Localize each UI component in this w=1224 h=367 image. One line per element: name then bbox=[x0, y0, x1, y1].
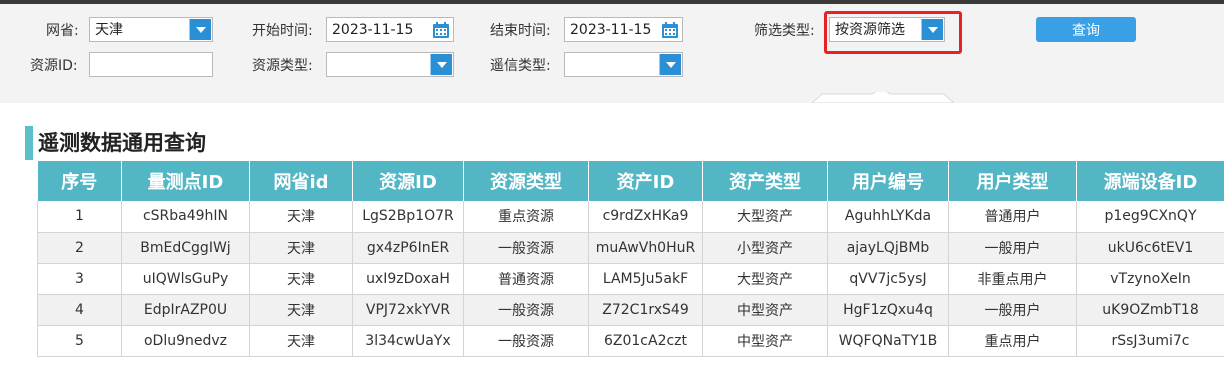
column-header[interactable]: 资源类型 bbox=[463, 161, 589, 201]
chevron-down-icon bbox=[195, 26, 206, 33]
table-cell: 大型资产 bbox=[702, 263, 828, 295]
table-cell: 5 bbox=[37, 325, 122, 357]
table-cell: LgS2Bp1O7R bbox=[352, 201, 464, 233]
table-cell: 一般用户 bbox=[948, 294, 1077, 326]
calendar-icon bbox=[662, 21, 678, 38]
table-cell: 中型资产 bbox=[702, 325, 828, 357]
table-cell: 天津 bbox=[249, 325, 353, 357]
chevron-down-icon bbox=[665, 61, 676, 68]
province-select[interactable]: 天津 bbox=[89, 17, 213, 42]
start-time-input[interactable]: 2023-11-15 bbox=[326, 17, 454, 42]
chevron-down-icon bbox=[436, 61, 447, 68]
table-cell: Z72C1rxS49 bbox=[588, 294, 703, 326]
table-cell: 一般用户 bbox=[948, 232, 1077, 264]
column-header[interactable]: 资产类型 bbox=[702, 161, 828, 201]
telesignal-type-label: 遥信类型: bbox=[490, 58, 551, 74]
filter-type-label: 筛选类型: bbox=[754, 23, 815, 39]
province-dropdown-button[interactable] bbox=[189, 19, 211, 40]
end-time-input[interactable]: 2023-11-15 bbox=[564, 17, 683, 42]
table-cell: 小型资产 bbox=[702, 232, 828, 264]
data-table: 序号 量测点ID 网省id 资源ID 资源类型 资产ID 资产类型 用户编号 用… bbox=[37, 161, 1224, 357]
column-header[interactable]: 序号 bbox=[37, 161, 122, 201]
table-cell: 天津 bbox=[249, 263, 353, 295]
table-cell: uIQWlsGuPy bbox=[121, 263, 250, 295]
table-cell: 6Z01cA2czt bbox=[588, 325, 703, 357]
table-cell: 重点资源 bbox=[463, 201, 589, 233]
table-cell: BmEdCggIWj bbox=[121, 232, 250, 264]
table-row[interactable]: 4 EdpIrAZP0U 天津 VPJ72xkYVR 一般资源 Z72C1rxS… bbox=[37, 294, 1224, 326]
column-header[interactable]: 网省id bbox=[249, 161, 353, 201]
resource-type-select[interactable] bbox=[326, 52, 454, 77]
highlight-box bbox=[824, 11, 962, 54]
column-header[interactable]: 用户类型 bbox=[948, 161, 1077, 201]
table-cell: VPJ72xkYVR bbox=[352, 294, 464, 326]
collapse-notch[interactable] bbox=[812, 92, 954, 103]
table-cell: 一般资源 bbox=[463, 294, 589, 326]
table-cell: EdpIrAZP0U bbox=[121, 294, 250, 326]
table-row[interactable]: 3 uIQWlsGuPy 天津 uxI9zDoxaH 普通资源 LAM5Ju5a… bbox=[37, 263, 1224, 295]
table-cell: 普通资源 bbox=[463, 263, 589, 295]
table-cell: 3l34cwUaYx bbox=[352, 325, 464, 357]
table-row[interactable]: 5 oDlu9nedvz 天津 3l34cwUaYx 一般资源 6Z01cA2c… bbox=[37, 325, 1224, 357]
table-cell: 4 bbox=[37, 294, 122, 326]
table-cell: 1 bbox=[37, 201, 122, 233]
table-cell: vTzynoXeIn bbox=[1076, 263, 1224, 295]
table-cell: qVV7jc5ysJ bbox=[827, 263, 949, 295]
table-cell: rSsJ3umi7c bbox=[1076, 325, 1224, 357]
table-cell: 一般资源 bbox=[463, 325, 589, 357]
table-cell: p1eg9CXnQY bbox=[1076, 201, 1224, 233]
table-cell: gx4zP6InER bbox=[352, 232, 464, 264]
table-row[interactable]: 1 cSRba49hIN 天津 LgS2Bp1O7R 重点资源 c9rdZxHK… bbox=[37, 201, 1224, 233]
column-header[interactable]: 用户编号 bbox=[827, 161, 949, 201]
table-cell: 一般资源 bbox=[463, 232, 589, 264]
column-header[interactable]: 资源ID bbox=[352, 161, 464, 201]
title-accent-bar bbox=[25, 126, 33, 160]
table-cell: 天津 bbox=[249, 232, 353, 264]
start-time-value: 2023-11-15 bbox=[332, 22, 414, 38]
table-cell: 天津 bbox=[249, 201, 353, 233]
table-header-row: 序号 量测点ID 网省id 资源ID 资源类型 资产ID 资产类型 用户编号 用… bbox=[37, 161, 1224, 201]
resource-type-dropdown-button[interactable] bbox=[430, 54, 452, 75]
start-time-label: 开始时间: bbox=[252, 23, 313, 39]
telesignal-type-dropdown-button[interactable] bbox=[659, 54, 681, 75]
province-label: 网省: bbox=[46, 23, 79, 39]
table-cell: 普通用户 bbox=[948, 201, 1077, 233]
table-cell: ajayLQjBMb bbox=[827, 232, 949, 264]
table-cell: LAM5Ju5akF bbox=[588, 263, 703, 295]
end-calendar-button[interactable] bbox=[659, 19, 681, 40]
table-cell: HgF1zQxu4q bbox=[827, 294, 949, 326]
query-button[interactable]: 查询 bbox=[1036, 17, 1136, 42]
page-title: 遥测数据通用查询 bbox=[38, 131, 206, 155]
resource-type-label: 资源类型: bbox=[252, 58, 313, 74]
table-cell: ukU6c6tEV1 bbox=[1076, 232, 1224, 264]
table-cell: 重点用户 bbox=[948, 325, 1077, 357]
column-header[interactable]: 源端设备ID bbox=[1076, 161, 1224, 201]
table-cell: uK9OZmbT18 bbox=[1076, 294, 1224, 326]
table-cell: AguhhLYKda bbox=[827, 201, 949, 233]
table-cell: uxI9zDoxaH bbox=[352, 263, 464, 295]
table-cell: 3 bbox=[37, 263, 122, 295]
table-cell: WQFQNaTY1B bbox=[827, 325, 949, 357]
telesignal-type-select[interactable] bbox=[564, 52, 683, 77]
table-cell: cSRba49hIN bbox=[121, 201, 250, 233]
table-cell: oDlu9nedvz bbox=[121, 325, 250, 357]
table-cell: c9rdZxHKa9 bbox=[588, 201, 703, 233]
calendar-icon bbox=[433, 21, 449, 38]
table-cell: 2 bbox=[37, 232, 122, 264]
column-header[interactable]: 量测点ID bbox=[121, 161, 250, 201]
table-cell: 中型资产 bbox=[702, 294, 828, 326]
resource-id-label: 资源ID: bbox=[30, 58, 78, 74]
end-time-label: 结束时间: bbox=[490, 23, 551, 39]
resource-id-input[interactable] bbox=[89, 52, 213, 77]
table-cell: 天津 bbox=[249, 294, 353, 326]
column-header[interactable]: 资产ID bbox=[588, 161, 703, 201]
start-calendar-button[interactable] bbox=[430, 19, 452, 40]
end-time-value: 2023-11-15 bbox=[570, 22, 652, 38]
table-cell: muAwVh0HuR bbox=[588, 232, 703, 264]
table-cell: 非重点用户 bbox=[948, 263, 1077, 295]
table-cell: 大型资产 bbox=[702, 201, 828, 233]
table-row[interactable]: 2 BmEdCggIWj 天津 gx4zP6InER 一般资源 muAwVh0H… bbox=[37, 232, 1224, 264]
province-select-value: 天津 bbox=[95, 22, 123, 38]
